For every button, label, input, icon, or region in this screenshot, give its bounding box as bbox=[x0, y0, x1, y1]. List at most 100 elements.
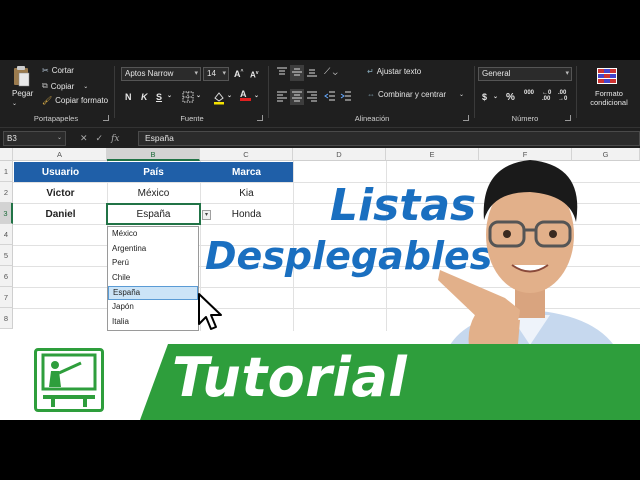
dropdown-option[interactable]: México bbox=[108, 227, 198, 242]
dropdown-option[interactable]: Chile bbox=[108, 271, 198, 286]
decrease-indent-icon[interactable] bbox=[324, 90, 336, 104]
copy-button[interactable]: ⧉ Copiar ⌄ bbox=[42, 81, 88, 91]
styles-group: Formato condicional bbox=[578, 62, 640, 124]
align-left-icon[interactable] bbox=[276, 90, 288, 104]
row-header-8[interactable]: 8 bbox=[0, 308, 13, 329]
font-color-icon[interactable]: A bbox=[240, 89, 251, 101]
increase-indent-icon[interactable] bbox=[340, 90, 352, 104]
orientation-icon[interactable]: ⟋ ⌄ bbox=[324, 66, 338, 77]
validation-dropdown-list[interactable]: México Argentina Perú Chile España Japón… bbox=[107, 226, 199, 331]
dropdown-option[interactable]: Argentina bbox=[108, 242, 198, 257]
currency-chevron-icon[interactable]: ⌄ bbox=[493, 93, 498, 100]
name-box[interactable]: B3 ⌄ bbox=[3, 131, 66, 146]
dropdown-option[interactable]: Italia bbox=[108, 315, 198, 330]
align-right-icon[interactable] bbox=[306, 90, 318, 104]
clipboard-group-label: Portapapeles bbox=[33, 114, 79, 123]
decrease-decimal-icon[interactable]: .00 →0 bbox=[558, 90, 567, 102]
column-header-d[interactable]: D bbox=[293, 148, 386, 161]
chevron-down-icon: ⌄ bbox=[56, 135, 62, 141]
borders-icon[interactable] bbox=[182, 91, 194, 105]
dropdown-option[interactable]: Japón bbox=[108, 300, 198, 315]
dropdown-option[interactable]: Perú bbox=[108, 256, 198, 271]
align-middle-icon[interactable] bbox=[290, 65, 304, 81]
wrap-text-icon: ↵ bbox=[367, 67, 374, 76]
table-cell[interactable]: Daniel bbox=[14, 204, 107, 224]
font-family-dropdown[interactable]: Aptos Narrow ▾ bbox=[121, 67, 201, 81]
bold-button[interactable]: N bbox=[125, 92, 132, 102]
borders-chevron-icon[interactable]: ⌄ bbox=[196, 92, 201, 99]
fill-color-icon[interactable] bbox=[213, 91, 225, 107]
merge-center-label: Combinar y centrar bbox=[378, 90, 447, 99]
row-header-3[interactable]: 3 bbox=[0, 203, 13, 224]
chevron-down-icon: ▾ bbox=[565, 70, 569, 77]
row-header-5[interactable]: 5 bbox=[0, 245, 13, 266]
font-size-value: 14 bbox=[207, 69, 216, 78]
paste-icon[interactable] bbox=[12, 65, 30, 87]
row-header-6[interactable]: 6 bbox=[0, 266, 13, 287]
merge-center-button[interactable]: ⇔ Combinar y centrar ⌄ bbox=[367, 90, 464, 99]
alignment-launcher-icon[interactable] bbox=[463, 115, 469, 121]
row-header-2[interactable]: 2 bbox=[0, 182, 13, 203]
cut-button[interactable]: ✂ Cortar bbox=[42, 66, 74, 75]
row-header-4[interactable]: 4 bbox=[0, 224, 13, 245]
enter-icon[interactable]: ✓ bbox=[96, 133, 104, 144]
font-group-label: Fuente bbox=[180, 114, 204, 123]
format-painter-label: Copiar formato bbox=[55, 96, 109, 105]
column-header-a[interactable]: A bbox=[13, 148, 107, 161]
number-format-dropdown[interactable]: General ▾ bbox=[478, 67, 572, 81]
presenter-logo-icon bbox=[34, 348, 104, 412]
select-all-corner[interactable] bbox=[0, 148, 13, 161]
formula-controls: ✕ ✓ fx bbox=[80, 131, 132, 146]
decrease-font-icon[interactable]: Av bbox=[250, 70, 259, 80]
alignment-group: ⟋ ⌄ ↵ Ajustar texto ⇔ Combinar y centrar… bbox=[272, 62, 472, 124]
ribbon-divider bbox=[576, 66, 577, 118]
percent-button[interactable]: % bbox=[506, 92, 515, 103]
italic-button[interactable]: K bbox=[141, 92, 148, 102]
table-header-marca[interactable]: Marca bbox=[200, 162, 293, 182]
merge-icon: ⇔ bbox=[367, 90, 375, 99]
row-header-7[interactable]: 7 bbox=[0, 287, 13, 308]
fill-chevron-icon[interactable]: ⌄ bbox=[227, 92, 232, 99]
row-header-1[interactable]: 1 bbox=[0, 161, 13, 182]
underline-chevron-icon[interactable]: ⌄ bbox=[167, 92, 172, 99]
increase-font-icon[interactable]: A^ bbox=[234, 69, 243, 79]
font-family-value: Aptos Narrow bbox=[125, 69, 174, 78]
table-cell[interactable]: Victor bbox=[14, 183, 107, 203]
cancel-icon[interactable]: ✕ bbox=[80, 133, 88, 144]
column-header-c[interactable]: C bbox=[200, 148, 293, 161]
table-cell[interactable]: México bbox=[107, 183, 200, 203]
align-center-icon[interactable] bbox=[290, 89, 304, 105]
conditional-format-button[interactable]: Formato condicional bbox=[580, 89, 638, 107]
table-cell[interactable]: Kia bbox=[200, 183, 293, 203]
font-size-dropdown[interactable]: 14 ▾ bbox=[203, 67, 229, 81]
conditional-format-icon[interactable] bbox=[597, 68, 617, 86]
format-painter-button[interactable]: 🖌 Copiar formato bbox=[42, 96, 108, 105]
comma-style-icon[interactable]: 000 bbox=[524, 90, 534, 96]
thumbnail: Pegar ⌄ ✂ Cortar ⧉ Copiar ⌄ 🖌 Copiar for… bbox=[0, 60, 640, 420]
chevron-down-icon: ▾ bbox=[222, 70, 226, 77]
paste-chevron-icon[interactable]: ⌄ bbox=[12, 100, 17, 107]
align-top-icon[interactable] bbox=[276, 66, 288, 80]
currency-button[interactable]: $ bbox=[482, 92, 487, 102]
font-launcher-icon[interactable] bbox=[257, 115, 263, 121]
number-launcher-icon[interactable] bbox=[565, 115, 571, 121]
insert-function-button[interactable]: fx bbox=[111, 134, 119, 144]
font-group: Aptos Narrow ▾ 14 ▾ A^ Av N K S ⌄ ⌄ ⌄ A bbox=[118, 62, 266, 124]
dropdown-option-selected[interactable]: España bbox=[108, 285, 198, 301]
merge-chevron-icon: ⌄ bbox=[459, 92, 465, 98]
align-bottom-icon[interactable] bbox=[306, 66, 318, 80]
table-header-pais[interactable]: País bbox=[107, 162, 200, 182]
wrap-text-button[interactable]: ↵ Ajustar texto bbox=[367, 67, 421, 76]
letterbox-top bbox=[0, 0, 640, 60]
table-cell[interactable]: España bbox=[107, 204, 200, 224]
clipboard-launcher-icon[interactable] bbox=[103, 115, 109, 121]
table-header-usuario[interactable]: Usuario bbox=[14, 162, 107, 182]
increase-decimal-icon[interactable]: ←0.00 bbox=[542, 90, 551, 102]
font-color-chevron-icon[interactable]: ⌄ bbox=[254, 92, 259, 99]
ribbon-divider bbox=[114, 66, 115, 118]
table-cell[interactable]: Honda bbox=[200, 204, 293, 224]
underline-button[interactable]: S bbox=[156, 92, 162, 102]
column-header-b[interactable]: B bbox=[107, 148, 200, 161]
paste-button[interactable]: Pegar bbox=[12, 89, 33, 98]
name-box-value: B3 bbox=[7, 134, 17, 143]
